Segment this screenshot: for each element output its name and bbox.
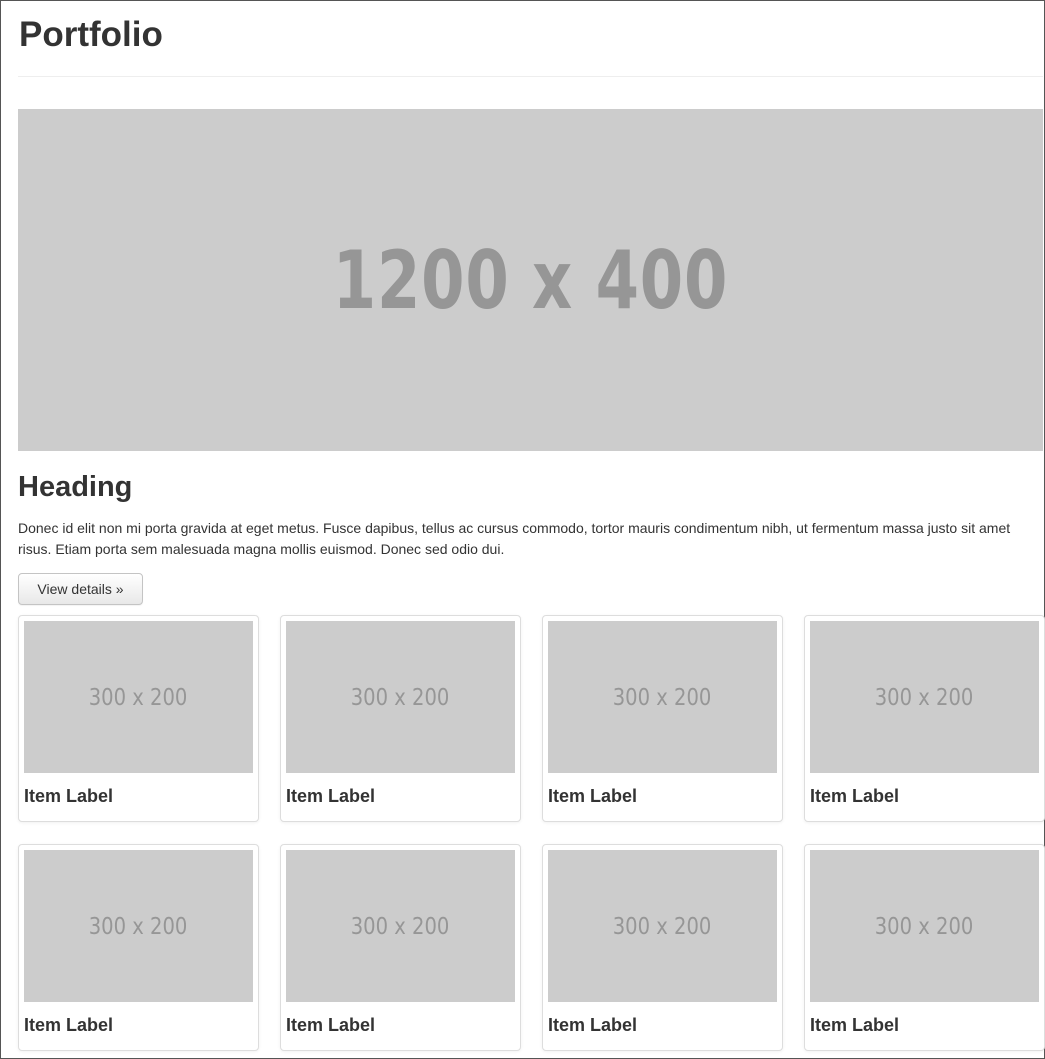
thumbnail-label: Item Label — [810, 1015, 900, 1035]
thumbnail-label: Item Label — [548, 1015, 638, 1035]
thumbnail-card[interactable]: 300 x 200 Item Label — [18, 844, 259, 1051]
section-heading: Heading — [18, 471, 133, 503]
view-details-button[interactable]: View details » — [18, 573, 143, 605]
thumbnail-image[interactable]: 300 x 200 — [286, 621, 515, 773]
thumbnail-card[interactable]: 300 x 200 Item Label — [542, 844, 783, 1051]
thumbnail-image-text: 300 x 200 — [875, 914, 974, 940]
thumbnail-image[interactable]: 300 x 200 — [810, 850, 1039, 1002]
thumbnail-image-text: 300 x 200 — [351, 685, 450, 711]
thumbnail-image[interactable]: 300 x 200 — [24, 850, 253, 1002]
thumbnail-card[interactable]: 300 x 200 Item Label — [804, 844, 1045, 1051]
thumbnail-label: Item Label — [810, 786, 900, 806]
thumbnail-image[interactable]: 300 x 200 — [548, 850, 777, 1002]
thumbnail-image[interactable]: 300 x 200 — [548, 621, 777, 773]
hero-image-placeholder: 1200 x 400 — [18, 109, 1043, 451]
thumbnail-card[interactable]: 300 x 200 Item Label — [280, 844, 521, 1051]
thumbnail-image[interactable]: 300 x 200 — [24, 621, 253, 773]
thumbnail-card[interactable]: 300 x 200 Item Label — [804, 615, 1045, 822]
hero-placeholder-text: 1200 x 400 — [332, 233, 729, 327]
thumbnail-label: Item Label — [286, 1015, 376, 1035]
thumbnail-card[interactable]: 300 x 200 Item Label — [542, 615, 783, 822]
thumbnail-image-text: 300 x 200 — [875, 685, 974, 711]
thumbnail-image-text: 300 x 200 — [351, 914, 450, 940]
thumbnail-image-text: 300 x 200 — [89, 685, 188, 711]
thumbnail-label: Item Label — [24, 786, 114, 806]
section-body-text: Donec id elit non mi porta gravida at eg… — [18, 520, 1011, 557]
page-header: Portfolio — [18, 1, 1043, 77]
thumbnail-card[interactable]: 300 x 200 Item Label — [280, 615, 521, 822]
thumbnail-image[interactable]: 300 x 200 — [810, 621, 1039, 773]
thumbnail-image[interactable]: 300 x 200 — [286, 850, 515, 1002]
page-title: Portfolio — [19, 15, 163, 54]
thumbnail-card[interactable]: 300 x 200 Item Label — [18, 615, 259, 822]
thumbnail-image-text: 300 x 200 — [89, 914, 188, 940]
thumbnail-image-text: 300 x 200 — [613, 685, 712, 711]
page-frame: Portfolio 1200 x 400 Heading Donec id el… — [0, 0, 1045, 1059]
thumbnail-label: Item Label — [24, 1015, 114, 1035]
thumbnail-image-text: 300 x 200 — [613, 914, 712, 940]
thumbnail-label: Item Label — [286, 786, 376, 806]
thumbnail-label: Item Label — [548, 786, 638, 806]
